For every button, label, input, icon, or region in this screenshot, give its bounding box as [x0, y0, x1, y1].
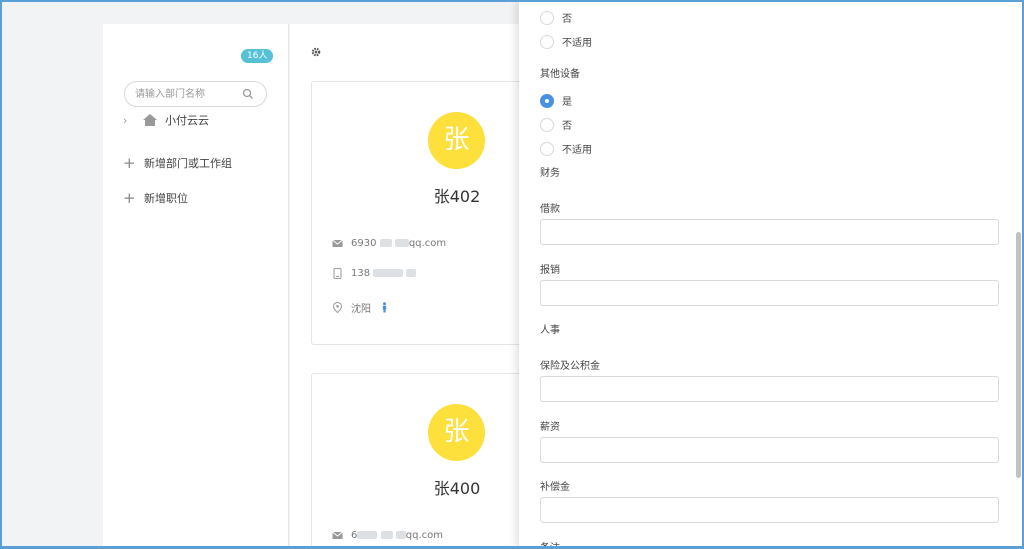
section-title-hr: 人事: [540, 325, 560, 336]
department-search-input[interactable]: [135, 82, 245, 107]
avatar: 张: [428, 404, 485, 461]
male-icon: [382, 302, 387, 313]
member-count-badge: 16人: [241, 49, 274, 63]
field-label-insurance: 保险及公积金: [540, 361, 600, 372]
field-label-salary: 薪资: [540, 422, 560, 433]
insurance-input[interactable]: [540, 376, 999, 402]
phone-icon: [333, 268, 342, 279]
radio-label: 否: [562, 121, 572, 132]
loan-input[interactable]: [540, 219, 999, 245]
compensation-input[interactable]: [540, 497, 999, 523]
drawer-scrollbar[interactable]: [1016, 232, 1021, 478]
mail-icon: [332, 531, 343, 539]
tree-item-root[interactable]: › 小付云云: [123, 112, 209, 128]
radio-button[interactable]: [540, 93, 554, 108]
plus-icon: +: [123, 188, 136, 207]
tree-item-label: 小付云云: [165, 114, 209, 127]
radio-option-yes[interactable]: 是: [540, 93, 572, 108]
radio-button[interactable]: [540, 34, 554, 49]
location-pin-icon: [332, 302, 343, 313]
email-row: 6 qq.com: [332, 530, 443, 541]
email-suffix: qq.com: [408, 238, 447, 249]
avatar: 张: [428, 112, 485, 169]
email-prefix: 6930: [351, 238, 377, 249]
radio-label: 否: [562, 14, 572, 25]
add-department-label: 新增部门或工作组: [144, 157, 232, 170]
member-list: 张 张402 6930 qq.com 138 沈阳 张 张400 6 qq.co…: [290, 24, 571, 549]
radio-label: 不适用: [562, 38, 592, 49]
department-sidebar: 16人 › 小付云云 + 新增部门或工作组 + 新增职位: [103, 24, 289, 549]
field-label-reimbursement: 报销: [540, 265, 560, 276]
home-icon: [143, 114, 157, 126]
salary-input[interactable]: [540, 437, 999, 463]
add-position-label: 新增职位: [144, 192, 188, 205]
radio-button[interactable]: [540, 141, 554, 156]
other-device-label: 其他设备: [540, 69, 580, 80]
department-search[interactable]: [124, 81, 267, 107]
radio-button[interactable]: [540, 10, 554, 25]
field-label-compensation: 补偿金: [540, 482, 570, 493]
phone-row: 138: [332, 268, 417, 279]
search-icon[interactable]: [242, 88, 254, 100]
radio-label: 是: [562, 97, 572, 108]
field-label-remark: 备注: [540, 543, 560, 549]
member-detail-drawer: 否 不适用 其他设备 是 否 不适用 财务 借款 报销 人事 保险及公积金 薪资…: [519, 0, 1024, 549]
mail-icon: [332, 239, 343, 247]
section-title-finance: 财务: [540, 168, 560, 179]
radio-button[interactable]: [540, 117, 554, 132]
radio-option-na[interactable]: 不适用: [540, 141, 592, 156]
radio-label: 不适用: [562, 145, 592, 156]
location-row: 沈阳: [332, 300, 390, 315]
gear-icon[interactable]: [310, 46, 322, 58]
location-text: 沈阳: [351, 304, 371, 315]
radio-option-no[interactable]: 否: [540, 10, 572, 25]
add-department-button[interactable]: + 新增部门或工作组: [123, 155, 232, 171]
add-position-button[interactable]: + 新增职位: [123, 190, 188, 206]
field-label-loan: 借款: [540, 204, 560, 215]
radio-option-na[interactable]: 不适用: [540, 34, 592, 49]
email-suffix: qq.com: [405, 530, 443, 541]
plus-icon: +: [123, 153, 136, 172]
chevron-right-icon[interactable]: ›: [123, 114, 133, 127]
radio-option-no[interactable]: 否: [540, 117, 572, 132]
email-row: 6930 qq.com: [332, 238, 446, 249]
reimbursement-input[interactable]: [540, 280, 999, 306]
phone-prefix: 138: [351, 268, 371, 279]
